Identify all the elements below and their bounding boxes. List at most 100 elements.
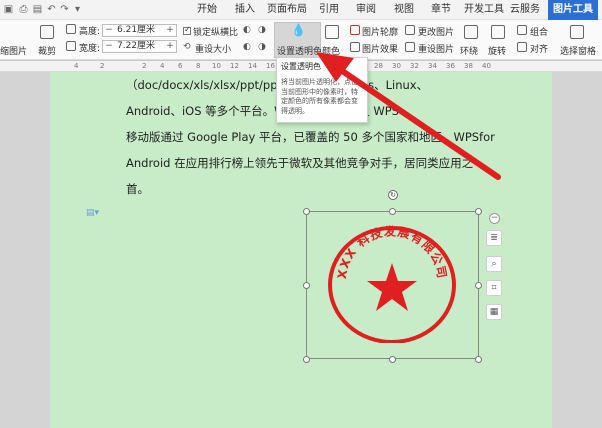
document-line-3[interactable]: 移动版通过 Google Play 平台，已覆盖的 50 多个国家和地区，WPS… bbox=[126, 129, 495, 145]
resize-handle-bottom-right[interactable] bbox=[475, 356, 482, 363]
ruler-number: 2 bbox=[100, 62, 105, 70]
resize-handle-top[interactable] bbox=[389, 208, 396, 215]
width-field[interactable]: − 7.22厘米 + bbox=[102, 40, 177, 53]
rotate-button[interactable]: 旋转 bbox=[488, 44, 506, 57]
align-button[interactable]: 对齐 bbox=[530, 42, 548, 55]
wrap-button[interactable]: 环绕 bbox=[460, 44, 478, 57]
align-icon[interactable] bbox=[517, 42, 527, 52]
reset-size-icon[interactable]: ⟲ bbox=[183, 42, 191, 52]
height-increase-button[interactable]: + bbox=[165, 25, 175, 36]
contrast-down-icon[interactable]: ◑ bbox=[258, 42, 266, 52]
undo-icon[interactable]: ↶ bbox=[45, 3, 58, 16]
ruler-number: 32 bbox=[410, 62, 419, 70]
width-label: 宽度: bbox=[79, 44, 101, 54]
resize-handle-bottom-left[interactable] bbox=[303, 356, 310, 363]
picture-effect-icon[interactable] bbox=[350, 42, 360, 52]
ruler-number: 14 bbox=[248, 62, 257, 70]
reset-picture-button[interactable]: 重设图片 bbox=[418, 42, 454, 55]
resize-handle-left[interactable] bbox=[303, 282, 310, 289]
resize-handle-bottom[interactable] bbox=[389, 356, 396, 363]
picture-outline-icon[interactable] bbox=[350, 25, 360, 35]
redo-icon[interactable]: ↷ bbox=[58, 3, 71, 16]
picture-outline-button[interactable]: 图片轮廓 bbox=[362, 25, 398, 38]
tooltip-title: 设置透明色 bbox=[281, 62, 321, 71]
rotate-handle-icon[interactable]: ↻ bbox=[388, 190, 398, 200]
width-icon bbox=[66, 41, 76, 51]
compress-picture-label[interactable]: 缩图片 bbox=[0, 44, 27, 57]
paragraph-layout-icon[interactable]: ▤▾ bbox=[86, 208, 99, 218]
tab-references[interactable]: 引用 bbox=[315, 0, 343, 20]
print-preview-icon[interactable]: ▤ bbox=[31, 3, 44, 16]
group-icon[interactable] bbox=[517, 25, 527, 35]
color-icon[interactable] bbox=[325, 25, 339, 39]
ruler-number: 4 bbox=[160, 62, 165, 70]
save-icon[interactable]: ▣ bbox=[2, 3, 15, 16]
lock-ratio-label: 锁定纵横比 bbox=[193, 28, 239, 38]
height-value[interactable]: 6.21厘米 bbox=[117, 25, 155, 36]
tab-insert[interactable]: 插入 bbox=[231, 0, 259, 20]
resize-handle-right[interactable] bbox=[475, 282, 482, 289]
brightness-up-icon[interactable]: ◐ bbox=[243, 25, 251, 35]
width-decrease-button[interactable]: − bbox=[104, 41, 114, 52]
height-icon bbox=[66, 24, 76, 34]
tab-picture-tools[interactable]: 图片工具 bbox=[548, 0, 598, 20]
resize-handle-top-right[interactable] bbox=[475, 208, 482, 215]
ruler-number: 34 bbox=[428, 62, 437, 70]
ruler-number: 30 bbox=[392, 62, 401, 70]
more-icon[interactable]: ▾ bbox=[71, 3, 84, 16]
zoom-icon[interactable]: ⌕ bbox=[486, 256, 502, 272]
wrap-icon[interactable] bbox=[464, 25, 478, 39]
ruler-number: 38 bbox=[464, 62, 473, 70]
document-line-4[interactable]: Android 在应用排行榜上领先于微软及其他竞争对手，居同类应用之 bbox=[126, 155, 473, 171]
ruler-number: 12 bbox=[230, 62, 239, 70]
reset-picture-icon[interactable] bbox=[405, 42, 415, 52]
ruler-number: 28 bbox=[374, 62, 383, 70]
ruler-number: 6 bbox=[178, 62, 183, 70]
group-button[interactable]: 组合 bbox=[530, 25, 548, 38]
ruler-number: 4 bbox=[74, 62, 79, 70]
tab-review[interactable]: 审阅 bbox=[352, 0, 380, 20]
company-seal-image[interactable]: XXX 科技发展有限公司 bbox=[328, 225, 456, 343]
picture-effect-button[interactable]: 图片效果 bbox=[362, 42, 398, 55]
lock-ratio-checkbox[interactable] bbox=[183, 25, 191, 35]
ruler-number: 16 bbox=[266, 62, 275, 70]
tab-home[interactable]: 开始 bbox=[193, 0, 221, 20]
fill-icon[interactable]: ▦ bbox=[486, 304, 502, 320]
tab-view[interactable]: 视图 bbox=[390, 0, 418, 20]
document-line-5[interactable]: 首。 bbox=[126, 181, 149, 197]
height-label: 高度: bbox=[79, 27, 101, 37]
crop-icon[interactable] bbox=[40, 25, 54, 39]
layout-options-icon[interactable]: ≣ bbox=[486, 230, 502, 246]
resize-handle-top-left[interactable] bbox=[303, 208, 310, 215]
tab-page-layout[interactable]: 页面布局 bbox=[267, 0, 307, 20]
crop-side-icon[interactable]: ⌗ bbox=[486, 280, 502, 296]
set-transparent-button[interactable]: 设置透明色 bbox=[277, 44, 322, 57]
ruler-number: 10 bbox=[212, 62, 221, 70]
height-decrease-button[interactable]: − bbox=[104, 25, 114, 36]
ruler-number: 40 bbox=[482, 62, 491, 70]
color-button[interactable]: 颜色 bbox=[322, 44, 340, 57]
collapse-icon[interactable]: − bbox=[489, 213, 500, 224]
ruler-number: 8 bbox=[196, 62, 201, 70]
set-transparent-tooltip: 设置透明色 将当前图片透明化，点击当前图形中的像素时，特定颜色的所有像素都会变得… bbox=[276, 57, 368, 123]
crop-button[interactable]: 裁剪 bbox=[38, 44, 56, 57]
change-picture-button[interactable]: 更改图片 bbox=[418, 25, 454, 38]
tab-developer[interactable]: 开发工具 bbox=[464, 0, 504, 20]
width-value[interactable]: 7.22厘米 bbox=[117, 41, 155, 52]
rotate-icon[interactable] bbox=[491, 25, 505, 39]
ruler-number: 2 bbox=[142, 62, 147, 70]
height-field[interactable]: − 6.21厘米 + bbox=[102, 24, 177, 37]
selection-pane-icon[interactable] bbox=[570, 25, 584, 39]
tab-chapter[interactable]: 章节 bbox=[427, 0, 455, 20]
reset-size-button[interactable]: 重设大小 bbox=[195, 42, 231, 55]
set-transparent-icon[interactable]: 💧 bbox=[291, 23, 306, 37]
change-picture-icon[interactable] bbox=[405, 25, 415, 35]
contrast-icon[interactable]: ◑ bbox=[258, 25, 266, 35]
brightness-down-icon[interactable]: ◐ bbox=[243, 42, 251, 52]
menu-bar: ▣ ⎙ ▤ ↶ ↷ ▾ 开始 插入 页面布局 引用 审阅 视图 章节 开发工具 … bbox=[0, 0, 602, 20]
tab-cloud[interactable]: 云服务 bbox=[510, 0, 540, 20]
width-increase-button[interactable]: + bbox=[165, 41, 175, 52]
tooltip-body: 将当前图片透明化，点击当前图形中的像素时，特定颜色的所有像素都会变得透明。 bbox=[281, 78, 358, 115]
selection-pane-button[interactable]: 选择窗格 bbox=[560, 44, 596, 57]
print-icon[interactable]: ⎙ bbox=[17, 3, 30, 16]
